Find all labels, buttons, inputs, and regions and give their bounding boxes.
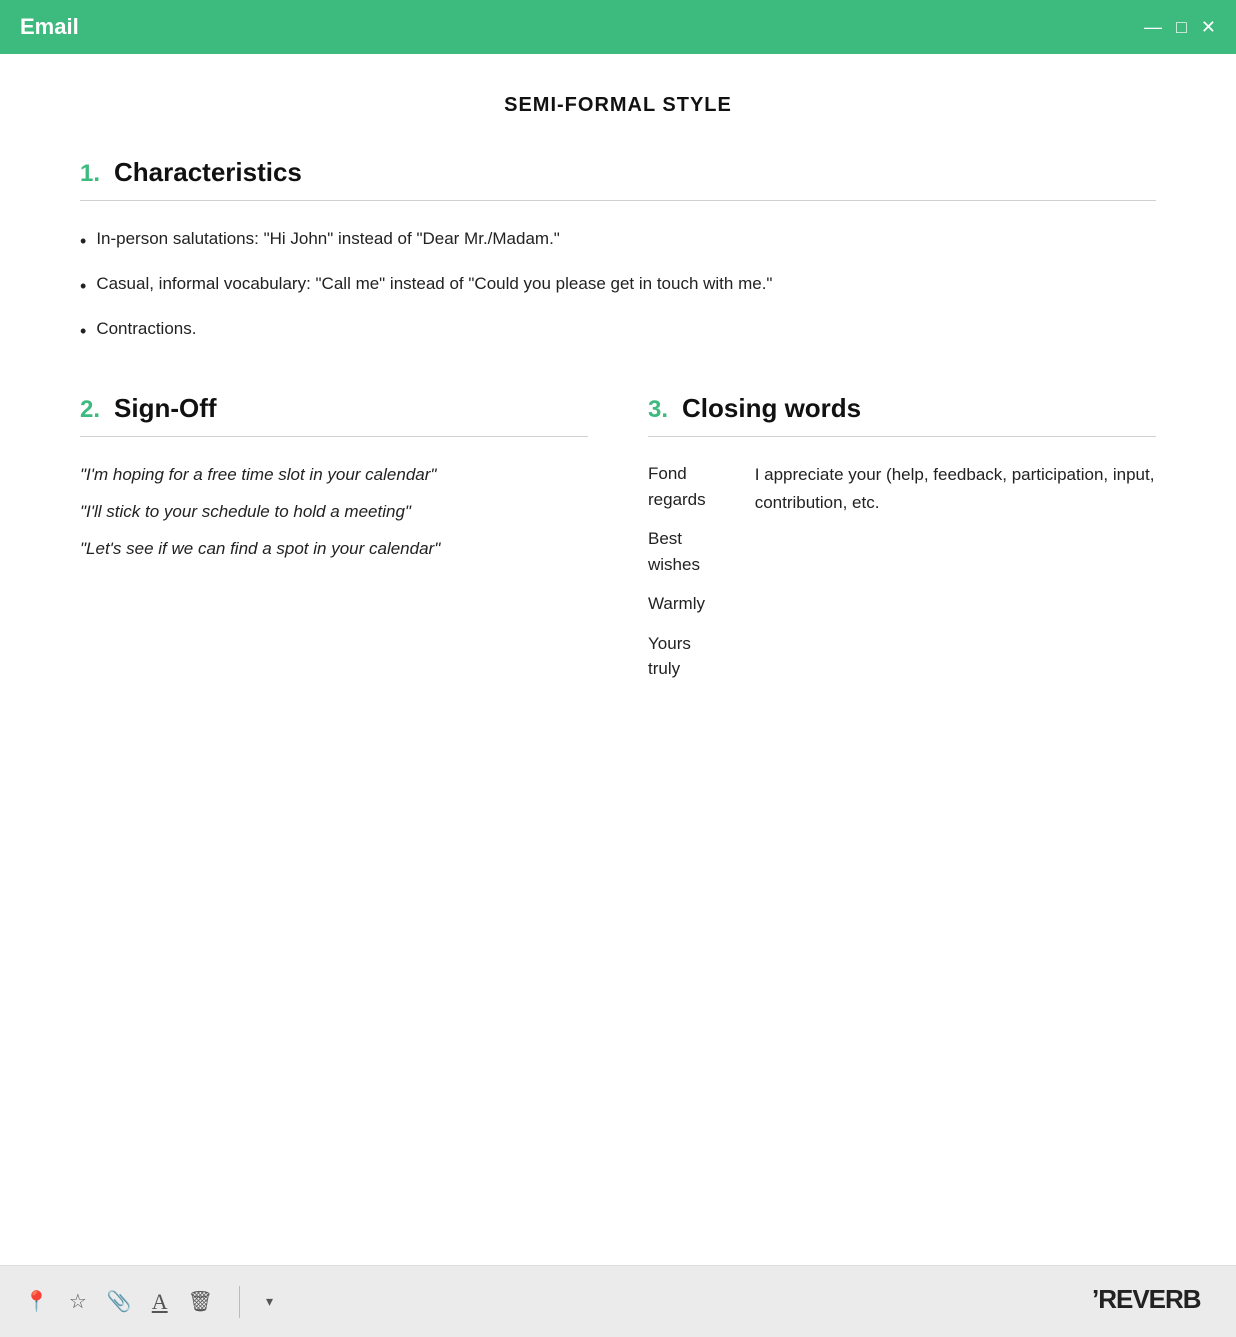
list-item: • In-person salutations: "Hi John" inste… <box>80 225 1156 256</box>
bullet-dot: • <box>80 317 86 346</box>
star-icon[interactable]: ☆ <box>69 1289 87 1314</box>
section3-number: 3. <box>648 396 668 424</box>
signoff-line-1: "I'm hoping for a free time slot in your… <box>80 461 588 490</box>
window-controls: — □ ✕ <box>1144 18 1216 36</box>
closing-desc-col: I appreciate your (help, feedback, parti… <box>755 461 1156 682</box>
section1-header: 1. Characteristics <box>80 157 1156 188</box>
section2-number: 2. <box>80 396 100 424</box>
dropdown-icon[interactable]: ▾ <box>266 1293 273 1310</box>
section1-number: 1. <box>80 160 100 188</box>
closing-word-4: Yours truly <box>648 631 725 682</box>
section1-divider <box>80 200 1156 201</box>
bullet-text: Casual, informal vocabulary: "Call me" i… <box>96 270 772 297</box>
toolbar: 📍 ☆ 📎 A 🗑 ▾ ’REVERB <box>0 1265 1236 1337</box>
minimize-button[interactable]: — <box>1144 18 1162 36</box>
text-format-icon[interactable]: A <box>152 1289 168 1315</box>
section3-header: 3. Closing words <box>648 393 1156 424</box>
section1-title: Characteristics <box>114 157 302 188</box>
closing-word-1: Fond regards <box>648 461 725 512</box>
section-characteristics: 1. Characteristics • In-person salutatio… <box>80 157 1156 345</box>
section3-divider <box>648 436 1156 437</box>
paperclip-icon[interactable]: 📎 <box>107 1289 132 1314</box>
bullet-dot: • <box>80 227 86 256</box>
toolbar-icon-group: 📍 ☆ 📎 A 🗑 ▾ <box>24 1286 273 1318</box>
app-title: Email <box>20 14 79 40</box>
maximize-button[interactable]: □ <box>1176 18 1187 36</box>
section3-title: Closing words <box>682 393 861 424</box>
section-closing: 3. Closing words Fond regards Best wishe… <box>648 393 1156 682</box>
bullet-text: In-person salutations: "Hi John" instead… <box>96 225 560 252</box>
logo-svg: ’REVERB <box>1092 1282 1212 1316</box>
list-item: • Contractions. <box>80 315 1156 346</box>
svg-text:’REVERB: ’REVERB <box>1092 1284 1201 1314</box>
closing-words-col: Fond regards Best wishes Warmly Yours tr… <box>648 461 725 682</box>
bullet-dot: • <box>80 272 86 301</box>
bullet-text: Contractions. <box>96 315 196 342</box>
section2-divider <box>80 436 588 437</box>
section2-header: 2. Sign-Off <box>80 393 588 424</box>
section2-title: Sign-Off <box>114 393 217 424</box>
list-item: • Casual, informal vocabulary: "Call me"… <box>80 270 1156 301</box>
signoff-line-3: "Let's see if we can find a spot in your… <box>80 535 588 564</box>
closing-grid: Fond regards Best wishes Warmly Yours tr… <box>648 461 1156 682</box>
page-heading: SEMI-FORMAL STYLE <box>80 94 1156 117</box>
characteristics-list: • In-person salutations: "Hi John" inste… <box>80 225 1156 345</box>
closing-description: I appreciate your (help, feedback, parti… <box>755 461 1156 515</box>
titlebar: Email — □ ✕ <box>0 0 1236 54</box>
trash-icon[interactable]: 🗑 <box>188 1289 213 1314</box>
location-icon[interactable]: 📍 <box>24 1289 49 1314</box>
closing-word-3: Warmly <box>648 591 725 617</box>
main-content: SEMI-FORMAL STYLE 1. Characteristics • I… <box>0 54 1236 1265</box>
section-signoff: 2. Sign-Off "I'm hoping for a free time … <box>80 393 588 682</box>
closing-word-2: Best wishes <box>648 526 725 577</box>
reverb-logo: ’REVERB <box>1092 1282 1212 1322</box>
close-button[interactable]: ✕ <box>1201 18 1216 36</box>
toolbar-divider <box>239 1286 240 1318</box>
signoff-line-2: "I'll stick to your schedule to hold a m… <box>80 498 588 527</box>
two-column-sections: 2. Sign-Off "I'm hoping for a free time … <box>80 393 1156 682</box>
